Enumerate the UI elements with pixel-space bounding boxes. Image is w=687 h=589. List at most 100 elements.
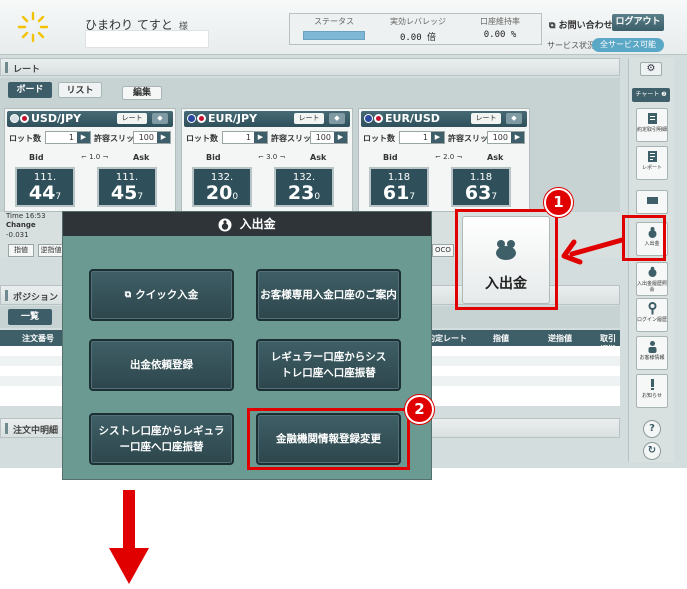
chart-label: チャート <box>635 91 660 98</box>
expand-icon[interactable]: ◆ <box>152 113 168 124</box>
side-item-hidden[interactable] <box>636 190 668 214</box>
contact-label: お問い合わせ <box>558 21 613 31</box>
deposit-withdraw-zoom-button[interactable]: 入出金 <box>462 216 550 304</box>
down-arrow-icon <box>109 490 149 584</box>
side-item-label: お客様情報 <box>639 355 665 361</box>
spinner-icon[interactable]: ▶ <box>254 132 267 143</box>
expand-icon[interactable]: ◆ <box>506 113 522 124</box>
eu-flag-icon <box>187 114 196 123</box>
side-item-report[interactable]: レポート <box>636 146 668 180</box>
ask-small: 7 <box>491 192 498 202</box>
highlight-frame-2 <box>247 408 410 470</box>
rate-panels: USD/JPY レート ◆ ロット数 1 ▶ 許容スリップ 100 ▶ Bid ⌐ … <box>0 104 620 212</box>
pair-name: EUR/JPY <box>208 112 258 125</box>
oco-button[interactable]: OCO <box>432 244 454 257</box>
side-item-label: 約定取引明細 <box>637 127 668 133</box>
edit-button[interactable]: 編集 <box>122 86 162 100</box>
bid-price-button[interactable]: 1.18 617 <box>369 167 429 207</box>
change-value: -0.031 <box>6 231 29 239</box>
card-icon <box>647 197 658 204</box>
ask-price-button[interactable]: 111. 457 <box>97 167 157 207</box>
rate-button[interactable]: レート <box>471 113 501 124</box>
step-badge-1: 1 <box>544 188 573 217</box>
lot-input[interactable]: 1 ▶ <box>222 131 268 144</box>
spread-value: 2.0 <box>443 153 455 161</box>
lot-value: 1 <box>245 133 251 142</box>
refresh-icon[interactable]: ↻ <box>643 442 661 460</box>
bid-label: Bid <box>206 153 221 162</box>
withdraw-request-button[interactable]: 出金依頼登録 <box>89 339 234 391</box>
zoom-button-label: 入出金 <box>485 276 527 292</box>
lot-input[interactable]: 1 ▶ <box>45 131 91 144</box>
side-item-customer-info[interactable]: お客様情報 <box>636 336 668 370</box>
account-status-panel: ステータス 実効レバレッジ 0.00 倍 口座維持率 0.00 % <box>289 13 542 45</box>
ask-label: Ask <box>487 153 504 162</box>
rate-button[interactable]: レート <box>294 113 324 124</box>
lot-input[interactable]: 1 ▶ <box>399 131 445 144</box>
service-status-label: サービス状況 <box>547 41 595 50</box>
tab-board[interactable]: ボード <box>8 82 52 98</box>
gear-icon[interactable]: ⚙ <box>640 62 662 76</box>
side-item-label: ログイン履歴 <box>637 317 668 323</box>
slip-input[interactable]: 100 ▶ <box>133 131 171 144</box>
section-marker <box>5 290 8 301</box>
bid-big: 61 <box>382 182 410 204</box>
spinner-icon[interactable]: ▶ <box>431 132 444 143</box>
help-icon[interactable]: ? <box>643 420 661 438</box>
column-stop: 逆指値 <box>548 334 572 343</box>
side-item-label: レポート <box>641 165 662 171</box>
tab-list[interactable]: リスト <box>58 82 102 98</box>
stop-order-button[interactable]: 逆指値 <box>38 244 64 257</box>
window-icon: ⧉ <box>124 290 132 300</box>
ask-price-button[interactable]: 132. 230 <box>274 167 334 207</box>
slip-input[interactable]: 100 ▶ <box>310 131 348 144</box>
slip-input[interactable]: 100 ▶ <box>487 131 525 144</box>
person-icon <box>648 341 657 353</box>
jp-flag-icon <box>20 114 29 123</box>
logout-button[interactable]: ログアウト <box>612 14 664 31</box>
spinner-icon[interactable]: ▶ <box>511 132 524 143</box>
pair-header: EUR/USD レート ◆ <box>361 111 527 127</box>
spinner-icon[interactable]: ▶ <box>157 132 170 143</box>
orders-section-title: 注文中明細 <box>13 426 59 436</box>
quick-deposit-button[interactable]: ⧉ クイック入金 <box>89 269 234 321</box>
ask-price-button[interactable]: 1.18 637 <box>451 167 511 207</box>
leverage-label: 実効レバレッジ <box>390 17 446 26</box>
spinner-icon[interactable]: ▶ <box>334 132 347 143</box>
side-item-trade-history[interactable]: 約定取引明細 <box>636 108 668 142</box>
column-order-no: 注文番号 <box>22 334 54 343</box>
bid-label: Bid <box>383 153 398 162</box>
lot-label: ロット数 <box>9 134 41 143</box>
spread-value: 1.0 <box>89 153 101 161</box>
systre-to-regular-transfer-button[interactable]: シストレ口座からレギュラー口座へ口座振替 <box>89 413 234 465</box>
chart-button[interactable]: チャート ❷ <box>632 88 670 102</box>
spinner-icon[interactable]: ▶ <box>77 132 90 143</box>
section-marker <box>5 62 8 73</box>
limit-order-button[interactable]: 指値 <box>8 244 34 257</box>
step-badge-2: 2 <box>405 395 434 424</box>
expand-icon[interactable]: ◆ <box>329 113 345 124</box>
side-item-login-history[interactable]: ログイン履歴 <box>636 298 668 332</box>
side-item-label: 入出金履歴照会 <box>637 281 668 293</box>
regular-to-systre-transfer-button[interactable]: レギュラー口座からシストレ口座へ口座振替 <box>256 339 401 391</box>
rate-button[interactable]: レート <box>117 113 147 124</box>
side-item-notice[interactable]: お知らせ <box>636 374 668 408</box>
bid-price-button[interactable]: 111. 447 <box>15 167 75 207</box>
contact-link[interactable]: ⧉ お問い合わせ <box>549 18 613 31</box>
bid-small: 0 <box>232 192 239 202</box>
contact-icon: ⧉ <box>549 21 556 31</box>
ledger-icon <box>648 113 657 124</box>
bid-price-button[interactable]: 132. 200 <box>192 167 252 207</box>
time-value: 16:53 <box>25 212 46 220</box>
rate-panel-usdjpy: USD/JPY レート ◆ ロット数 1 ▶ 許容スリップ 100 ▶ Bid ⌐ … <box>4 108 176 212</box>
tab-all-positions[interactable]: 一覧 <box>8 309 52 325</box>
modal-title: 入出金 <box>239 217 276 231</box>
us-flag-icon <box>10 114 19 123</box>
money-bag-icon <box>218 218 232 231</box>
time-label: Time <box>6 212 24 220</box>
pair-name: USD/JPY <box>31 112 82 125</box>
side-item-deposit-history[interactable]: 入出金履歴照会 <box>636 262 668 296</box>
dedicated-account-guide-button[interactable]: お客様専用入金口座のご案内 <box>256 269 401 321</box>
app-header: ひまわり てすと様 ステータス 実効レバレッジ 0.00 倍 口座維持率 0.0… <box>0 0 687 55</box>
rate-panel-eurusd: EUR/USD レート ◆ ロット数 1 ▶ 許容スリップ 100 ▶ Bid ⌐ … <box>358 108 530 212</box>
